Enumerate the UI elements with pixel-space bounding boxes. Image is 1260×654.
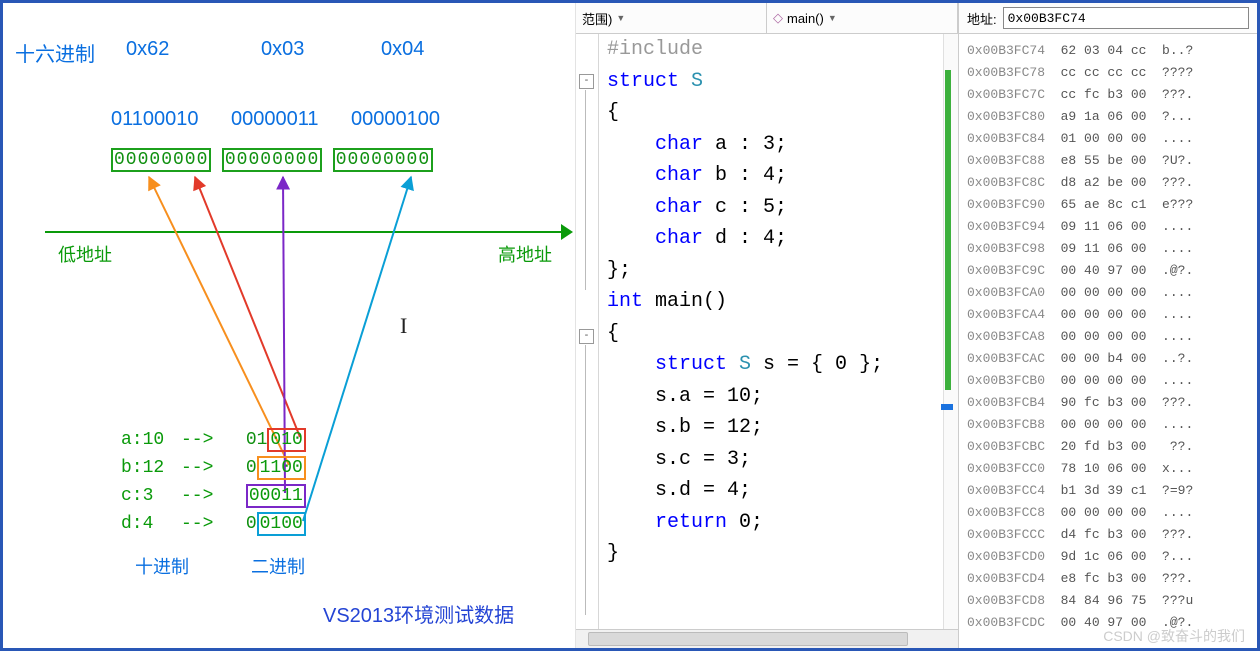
code-editor[interactable]: - - #include struct S { char a : 3; char… xyxy=(576,34,958,629)
chevron-down-icon: ▼ xyxy=(828,13,837,23)
current-line-marker xyxy=(941,404,953,410)
col-dec: 十进制 xyxy=(135,553,189,579)
memory-row: 0x00B3FCAC 00 00 b4 00 ..?. xyxy=(967,348,1257,370)
col-bin: 二进制 xyxy=(251,553,305,579)
scope-bar: 范围)▼ ◇main()▼ xyxy=(576,3,958,34)
memory-row: 0x00B3FCA0 00 00 00 00 .... xyxy=(967,282,1257,304)
scope-dropdown-right[interactable]: ◇main()▼ xyxy=(767,3,958,33)
hex-title: 十六进制 xyxy=(15,38,95,67)
text-cursor-icon: I xyxy=(400,313,407,339)
overview-ruler[interactable] xyxy=(943,34,958,629)
bin-0: 01100010 xyxy=(111,108,199,131)
assignment-row: a:10--> 01010 xyxy=(121,428,306,452)
watermark: CSDN @致奋斗的我们 xyxy=(1103,626,1245,646)
memory-dump[interactable]: 0x00B3FC74 62 03 04 cc b..?0x00B3FC78 cc… xyxy=(959,34,1257,648)
memory-row: 0x00B3FCC4 b1 3d 39 c1 ?=9? xyxy=(967,480,1257,502)
address-label: 地址: xyxy=(967,9,997,28)
bin-2: 00000100 xyxy=(351,108,440,131)
assignment-row: b:12--> 01100 xyxy=(121,456,306,480)
address-axis xyxy=(45,231,565,233)
memory-row: 0x00B3FCD8 84 84 96 75 ???u xyxy=(967,590,1257,612)
memory-row: 0x00B3FCBC 20 fd b3 00 ??. xyxy=(967,436,1257,458)
assignment-row: d:4--> 00100 xyxy=(121,512,306,536)
memory-row: 0x00B3FC7C cc fc b3 00 ???. xyxy=(967,84,1257,106)
memory-row: 0x00B3FCA4 00 00 00 00 .... xyxy=(967,304,1257,326)
hex-1: 0x03 xyxy=(261,38,304,61)
address-input[interactable] xyxy=(1003,7,1249,29)
memory-row: 0x00B3FC8C d8 a2 be 00 ???. xyxy=(967,172,1257,194)
axis-low: 低地址 xyxy=(58,241,112,267)
byte-1: 00000000 xyxy=(222,148,322,172)
memory-row: 0x00B3FC90 65 ae 8c c1 e??? xyxy=(967,194,1257,216)
memory-row: 0x00B3FC94 09 11 06 00 .... xyxy=(967,216,1257,238)
memory-row: 0x00B3FC78 cc cc cc cc ???? xyxy=(967,62,1257,84)
byte-2: 00000000 xyxy=(333,148,433,172)
address-toolbar: 地址: xyxy=(959,3,1257,34)
memory-row: 0x00B3FC74 62 03 04 cc b..? xyxy=(967,40,1257,62)
memory-row: 0x00B3FC9C 00 40 97 00 .@?. xyxy=(967,260,1257,282)
memory-row: 0x00B3FCD4 e8 fc b3 00 ???. xyxy=(967,568,1257,590)
axis-arrow-icon xyxy=(561,224,573,240)
bin-1: 00000011 xyxy=(231,108,319,131)
axis-high: 高地址 xyxy=(498,241,552,267)
scope-dropdown-left[interactable]: 范围)▼ xyxy=(576,3,767,33)
fold-gutter: - - xyxy=(576,34,599,629)
memory-row: 0x00B3FCD0 9d 1c 06 00 ?... xyxy=(967,546,1257,568)
memory-row: 0x00B3FCB0 00 00 00 00 .... xyxy=(967,370,1257,392)
memory-row: 0x00B3FCB4 90 fc b3 00 ???. xyxy=(967,392,1257,414)
code-text: #include struct S { char a : 3; char b :… xyxy=(599,34,943,629)
chevron-down-icon: ▼ xyxy=(616,13,625,23)
memory-row: 0x00B3FC80 a9 1a 06 00 ?... xyxy=(967,106,1257,128)
memory-row: 0x00B3FCC0 78 10 06 00 x... xyxy=(967,458,1257,480)
memory-row: 0x00B3FC88 e8 55 be 00 ?U?. xyxy=(967,150,1257,172)
memory-row: 0x00B3FCCC d4 fc b3 00 ???. xyxy=(967,524,1257,546)
hex-2: 0x04 xyxy=(381,38,424,61)
fold-toggle[interactable]: - xyxy=(579,74,594,89)
bitfield-diagram: 十六进制 0x62 0x03 0x04 01100010 00000011 00… xyxy=(3,3,575,648)
memory-row: 0x00B3FC84 01 00 00 00 .... xyxy=(967,128,1257,150)
assignment-row: c:3--> 00011 xyxy=(121,484,306,508)
scrollbar[interactable] xyxy=(576,629,958,648)
memory-row: 0x00B3FC98 09 11 06 00 .... xyxy=(967,238,1257,260)
byte-0: 00000000 xyxy=(111,148,211,172)
app-frame: 十六进制 0x62 0x03 0x04 01100010 00000011 00… xyxy=(0,0,1260,651)
memory-row: 0x00B3FCB8 00 00 00 00 .... xyxy=(967,414,1257,436)
footer-text: VS2013环境测试数据 xyxy=(323,599,514,628)
bitcells: 00000000 00000000 00000000 xyxy=(111,148,439,172)
memory-panel: 地址: 0x00B3FC74 62 03 04 cc b..?0x00B3FC7… xyxy=(958,3,1257,648)
fold-toggle[interactable]: - xyxy=(579,329,594,344)
code-panel: 范围)▼ ◇main()▼ - - #include struct S { ch… xyxy=(575,3,958,648)
hex-0: 0x62 xyxy=(126,38,169,61)
memory-row: 0x00B3FCA8 00 00 00 00 .... xyxy=(967,326,1257,348)
memory-row: 0x00B3FCC8 00 00 00 00 .... xyxy=(967,502,1257,524)
